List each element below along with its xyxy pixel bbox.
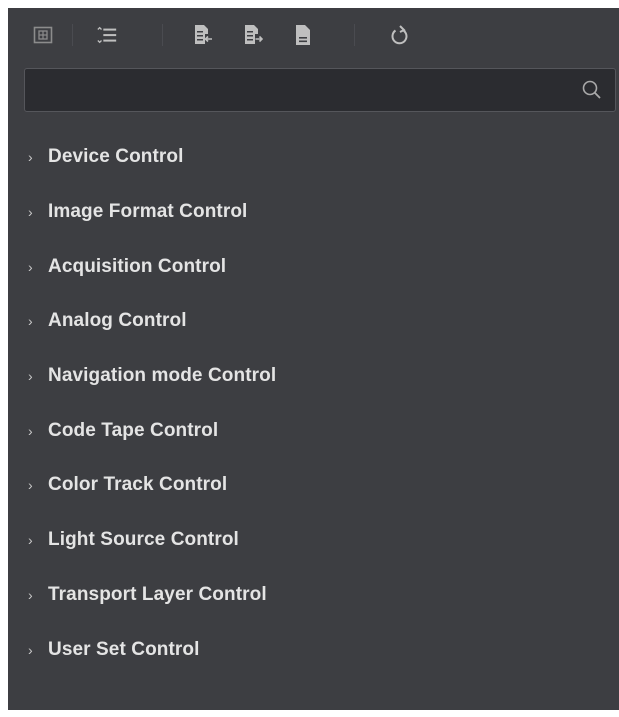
tree-item-user-set-control[interactable]: › User Set Control <box>8 622 619 677</box>
import-file-icon[interactable] <box>192 24 214 46</box>
chevron-right-icon: › <box>28 258 33 275</box>
chevron-right-icon: › <box>28 368 33 385</box>
chevron-right-icon: › <box>28 532 33 549</box>
chevron-right-icon: › <box>28 586 33 603</box>
list-view-icon[interactable] <box>96 24 118 46</box>
document-icon[interactable] <box>292 24 314 46</box>
search-box <box>24 68 616 112</box>
grid-view-icon[interactable] <box>32 24 54 46</box>
tree-item-device-control[interactable]: › Device Control <box>8 130 619 185</box>
chevron-right-icon: › <box>28 149 33 166</box>
tree-item-label: Navigation mode Control <box>48 365 277 387</box>
tree-item-label: Code Tape Control <box>48 419 219 441</box>
toolbar-separator <box>354 24 355 46</box>
toolbar-separator <box>162 24 163 46</box>
chevron-right-icon: › <box>28 641 33 658</box>
toolbar <box>8 8 619 64</box>
refresh-icon[interactable] <box>388 24 410 46</box>
search-input[interactable] <box>25 69 565 111</box>
tree-item-label: Color Track Control <box>48 474 228 496</box>
tree-item-light-source-control[interactable]: › Light Source Control <box>8 513 619 568</box>
chevron-right-icon: › <box>28 313 33 330</box>
tree-item-navigation-mode-control[interactable]: › Navigation mode Control <box>8 349 619 404</box>
chevron-right-icon: › <box>28 477 33 494</box>
tree-item-label: Image Format Control <box>48 201 248 223</box>
tree-item-analog-control[interactable]: › Analog Control <box>8 294 619 349</box>
tree-item-label: Device Control <box>48 146 184 168</box>
tree-item-label: Analog Control <box>48 310 187 332</box>
tree-item-acquisition-control[interactable]: › Acquisition Control <box>8 239 619 294</box>
chevron-right-icon: › <box>28 204 33 221</box>
toolbar-separator <box>72 24 73 46</box>
search-icon[interactable] <box>581 79 603 101</box>
tree-item-color-track-control[interactable]: › Color Track Control <box>8 458 619 513</box>
tree-item-image-format-control[interactable]: › Image Format Control <box>8 185 619 240</box>
export-file-icon[interactable] <box>242 24 264 46</box>
tree-item-label: Light Source Control <box>48 529 239 551</box>
feature-tree-panel: › Device Control › Image Format Control … <box>8 8 619 710</box>
feature-tree: › Device Control › Image Format Control … <box>8 130 619 677</box>
tree-item-code-tape-control[interactable]: › Code Tape Control <box>8 403 619 458</box>
tree-item-transport-layer-control[interactable]: › Transport Layer Control <box>8 568 619 623</box>
tree-item-label: Acquisition Control <box>48 255 227 277</box>
tree-item-label: User Set Control <box>48 638 200 660</box>
chevron-right-icon: › <box>28 422 33 439</box>
tree-item-label: Transport Layer Control <box>48 583 267 605</box>
